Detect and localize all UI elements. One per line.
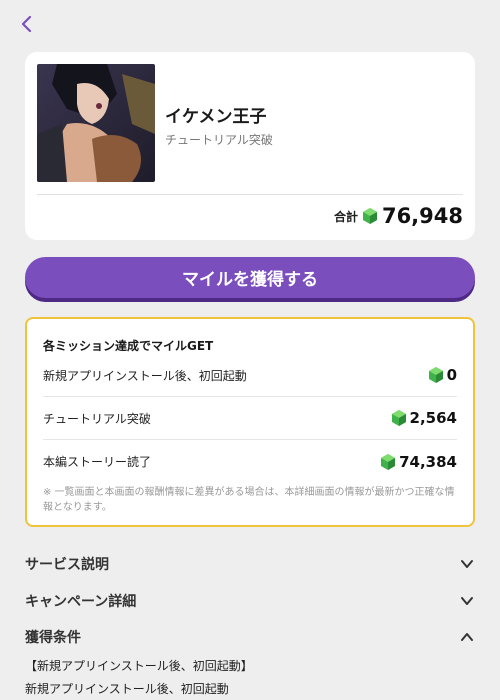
accordion-service-description[interactable]: サービス説明	[25, 551, 475, 577]
accordion-label: キャンペーン詳細	[25, 594, 137, 610]
mission-heading: 各ミッション達成でマイルGET	[43, 339, 214, 353]
mission-value: 2,564	[409, 409, 457, 427]
game-title: イケメン王子	[165, 107, 267, 127]
game-thumbnail	[37, 64, 155, 182]
back-button[interactable]	[14, 10, 38, 38]
game-subtitle: チュートリアル突破	[165, 133, 273, 147]
condition-heading: 【新規アプリインストール後、初回起動】	[25, 659, 253, 673]
green-gem-icon	[362, 208, 377, 224]
mission-value: 0	[446, 366, 457, 384]
total-label: 合計	[333, 209, 358, 224]
mission-note: ※ 一覧画面と本画面の報酬情報に差異がある場合は、本詳細画面の情報が最新かつ正確…	[43, 487, 455, 513]
chevron-down-icon	[461, 560, 473, 568]
chevron-left-icon	[21, 15, 32, 33]
mission-value: 74,384	[399, 452, 457, 471]
green-gem-icon	[391, 410, 406, 426]
chevron-up-icon	[461, 633, 473, 641]
accordion-campaign-details[interactable]: キャンペーン詳細	[25, 588, 475, 614]
chevron-down-icon	[461, 597, 473, 605]
mission-box: 各ミッション達成でマイルGET 新規アプリインストール後、初回起動 0 チュート…	[25, 317, 475, 527]
mission-label: 本編ストーリー読了	[43, 455, 152, 469]
accordion-label: 獲得条件	[25, 630, 81, 646]
mission-row: 新規アプリインストール後、初回起動 0	[43, 354, 457, 397]
mission-label: チュートリアル突破	[43, 411, 151, 426]
get-miles-button[interactable]: マイルを獲得する	[25, 257, 475, 298]
game-card: イケメン王子 チュートリアル突破 合計 76,948	[25, 52, 475, 240]
mission-row: 本編ストーリー読了 74,384	[43, 440, 457, 483]
accordion-acquisition-conditions[interactable]: 獲得条件	[25, 624, 475, 650]
mission-label: 新規アプリインストール後、初回起動	[43, 368, 247, 383]
green-gem-icon	[428, 367, 443, 383]
total-value: 76,948	[381, 204, 463, 228]
total-miles: 合計 76,948	[334, 204, 463, 228]
accordion-label: サービス説明	[25, 557, 109, 573]
condition-text: 新規アプリインストール後、初回起動	[25, 682, 229, 696]
green-gem-icon	[381, 453, 396, 470]
mission-row: チュートリアル突破 2,564	[43, 397, 457, 440]
card-divider	[37, 194, 463, 195]
